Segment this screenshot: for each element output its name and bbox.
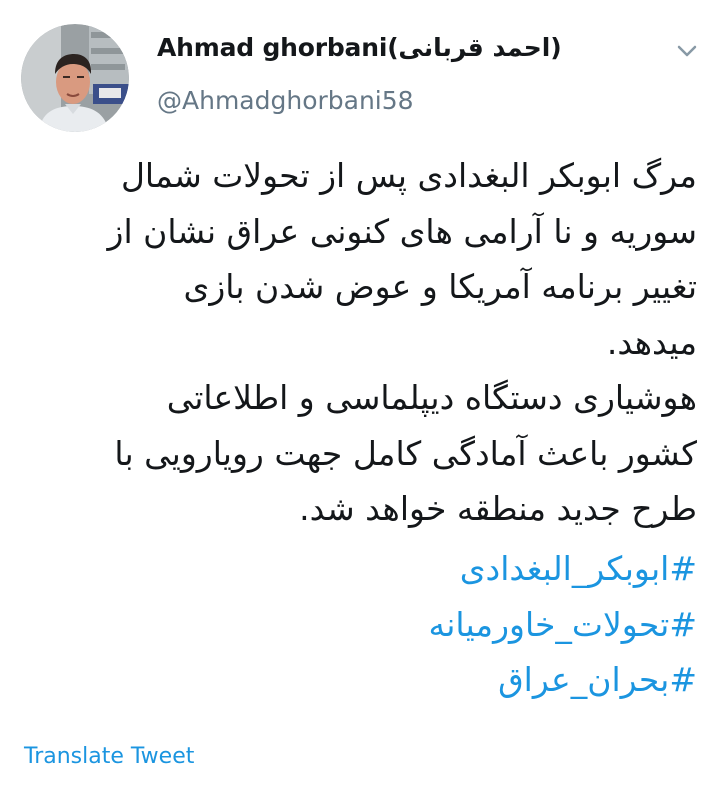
- avatar[interactable]: [21, 24, 129, 132]
- tweet-card: Ahmad ghorbani(احمد قربانی) @Ahmadghorba…: [0, 0, 717, 811]
- display-name[interactable]: Ahmad ghorbani(احمد قربانی): [157, 33, 562, 62]
- hashtag-link[interactable]: #بحران_عراق: [17, 652, 697, 708]
- tweet-text-line: کشور باعث آمادگی کامل جهت رویارویی با: [114, 433, 697, 473]
- hashtag-list: #ابوبکر_البغدادی #تحولات_خاورمیانه #بحرا…: [17, 541, 697, 708]
- tweet-text-line: تغییر برنامه آمریکا و عوض شدن بازی: [183, 267, 697, 306]
- tweet-text-line: طرح جدید منطقه خواهد شد.: [299, 489, 697, 528]
- tweet-menu-button[interactable]: [670, 34, 704, 68]
- tweet-text-line: سوریه و نا آرامی های کنونی عراق نشان از: [107, 211, 697, 251]
- hashtag-link[interactable]: #تحولات_خاورمیانه: [17, 597, 697, 653]
- tweet-text-line: هوشیاری دستگاه دیپلماسی و اطلاعاتی: [166, 378, 697, 417]
- chevron-down-icon: [677, 45, 697, 57]
- user-handle[interactable]: @Ahmadghorbani58: [157, 86, 414, 115]
- tweet-text: مرگ ابوبکر البغدادی پس از تحولات شمال سو…: [17, 148, 697, 537]
- hashtag-link[interactable]: #ابوبکر_البغدادی: [17, 541, 697, 597]
- tweet-text-line: میدهد.: [606, 322, 697, 362]
- profile-photo-icon: [21, 24, 129, 132]
- tweet-text-line: مرگ ابوبکر البغدادی پس از تحولات شمال: [120, 156, 697, 195]
- translate-tweet-link[interactable]: Translate Tweet: [24, 744, 194, 769]
